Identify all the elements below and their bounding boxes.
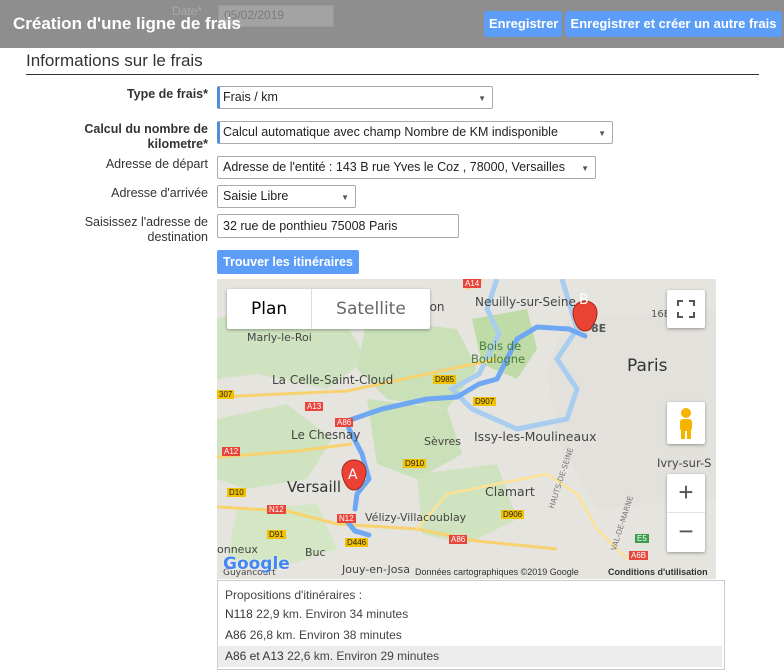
find-routes-button[interactable]: Trouver les itinéraires xyxy=(217,250,359,274)
pegman-icon xyxy=(680,408,692,439)
section-title: Informations sur le frais xyxy=(26,51,203,70)
map-label-paris: Paris xyxy=(627,356,668,376)
route-road: A86 xyxy=(225,628,247,642)
road-a6b: A6B xyxy=(629,551,649,560)
type-label: Type de frais* xyxy=(126,87,208,101)
calcul-label: Calcul du nombre de kilometre* xyxy=(40,122,208,152)
road-n12a: N12 xyxy=(267,505,286,514)
road-d985: D985 xyxy=(433,375,457,384)
type-select[interactable]: Frais / km ▼ xyxy=(217,86,493,109)
chevron-down-icon: ▼ xyxy=(581,164,589,173)
map-attribution: Données cartographiques ©2019 Google xyxy=(415,567,579,577)
marker-b-label: B xyxy=(579,292,589,308)
road-d910: D910 xyxy=(403,459,427,468)
road-d446: D446 xyxy=(345,538,369,547)
route-detail: 22,6 km. Environ 29 minutes xyxy=(287,649,440,663)
map-type-control: Plan Satellite xyxy=(227,289,430,329)
zoom-control: + − xyxy=(667,474,705,552)
road-d91: D91 xyxy=(267,530,286,539)
route-proposals: Propositions d'itinéraires : N118 22,9 k… xyxy=(217,580,725,670)
map-label-jouy: Jouy-en-Josa xyxy=(342,563,410,576)
map-label-bois2: Boulogne xyxy=(471,352,526,366)
calcul-select[interactable]: Calcul automatique avec champ Nombre de … xyxy=(217,121,613,144)
page-title: Création d'une ligne de frais xyxy=(13,14,241,33)
road-307: 307 xyxy=(217,390,235,399)
street-view-button[interactable] xyxy=(667,402,705,444)
road-a13: A13 xyxy=(305,402,324,411)
google-logo: Google xyxy=(223,554,290,574)
map-label-8e: 8E xyxy=(591,322,607,335)
map-label-ivry: Ivry-sur-S xyxy=(657,456,712,470)
destination-label-line1: Saisissez l'adresse de xyxy=(84,215,208,229)
fullscreen-button[interactable] xyxy=(667,290,705,328)
map-label-neuilly: Neuilly-sur-Seine xyxy=(475,295,576,309)
road-d10: D10 xyxy=(227,488,246,497)
map-type-satellite[interactable]: Satellite xyxy=(311,289,430,329)
road-a86b: A86 xyxy=(449,535,468,544)
save-and-new-button[interactable]: Enregistrer et créer un autre frais xyxy=(565,11,782,37)
section-divider xyxy=(26,74,759,75)
arrivee-label: Adresse d'arrivée xyxy=(111,186,208,200)
chevron-down-icon: ▼ xyxy=(341,193,349,202)
map-label-marly: Marly-le-Roi xyxy=(247,331,312,344)
route-road: A86 et A13 xyxy=(225,649,284,663)
road-d906: D906 xyxy=(501,510,525,519)
calcul-label-line2: kilometre* xyxy=(147,137,208,151)
road-a12: A12 xyxy=(222,447,241,456)
fullscreen-icon xyxy=(677,300,695,318)
depart-label: Adresse de départ xyxy=(105,157,208,171)
road-d907: D907 xyxy=(473,397,497,406)
route-map[interactable]: A B Neuilly-sur-Seine Paris Marly-le-Roi… xyxy=(217,279,716,579)
destination-label: Saisissez l'adresse de destination xyxy=(40,215,208,245)
calcul-label-line1: Calcul du nombre de xyxy=(84,122,208,136)
route-road: N118 xyxy=(225,607,253,621)
map-label-buc: Buc xyxy=(305,546,326,559)
depart-select-value: Adresse de l'entité : 143 B rue Yves le … xyxy=(223,160,565,174)
zoom-out-icon[interactable]: − xyxy=(667,513,705,551)
destination-label-line2: destination xyxy=(147,230,208,244)
header-bar: Date* 05/02/2019 Création d'une ligne de… xyxy=(0,0,784,48)
destination-input[interactable]: 32 rue de ponthieu 75008 Paris xyxy=(217,214,459,238)
arrivee-select-value: Saisie Libre xyxy=(223,189,289,203)
map-label-clamart: Clamart xyxy=(485,484,535,499)
map-label-velizy: Vélizy-Villacoublay xyxy=(365,511,467,524)
map-terms-link[interactable]: Conditions d'utilisation xyxy=(608,567,708,577)
list-item[interactable]: N118 22,9 km. Environ 34 minutes xyxy=(218,604,722,625)
zoom-in-icon[interactable]: + xyxy=(667,474,705,513)
road-n12b: N12 xyxy=(337,514,356,523)
save-button[interactable]: Enregistrer xyxy=(484,11,562,37)
calcul-select-value: Calcul automatique avec champ Nombre de … xyxy=(223,125,558,139)
road-a86a: A86 xyxy=(335,418,354,427)
type-select-value: Frais / km xyxy=(223,90,278,104)
list-item[interactable]: A86 26,8 km. Environ 38 minutes xyxy=(218,625,722,646)
map-label-sevres: Sèvres xyxy=(424,435,462,448)
proposals-title: Propositions d'itinéraires : xyxy=(225,588,363,602)
depart-select[interactable]: Adresse de l'entité : 143 B rue Yves le … xyxy=(217,156,596,179)
map-label-issy: Issy-les-Moulineaux xyxy=(474,429,597,444)
route-detail: 22,9 km. Environ 34 minutes xyxy=(256,607,409,621)
chevron-down-icon: ▼ xyxy=(478,94,486,103)
chevron-down-icon: ▼ xyxy=(598,129,606,138)
road-e5: E5 xyxy=(635,534,649,543)
map-label-celle: La Celle-Saint-Cloud xyxy=(272,373,394,387)
list-item[interactable]: A86 et A13 22,6 km. Environ 29 minutes xyxy=(218,646,722,667)
marker-a-label: A xyxy=(348,467,358,483)
map-label-bois1: Bois de xyxy=(479,339,522,353)
road-a14: A14 xyxy=(463,279,482,288)
arrivee-select[interactable]: Saisie Libre ▼ xyxy=(217,185,356,208)
map-label-chesnay: Le Chesnay xyxy=(291,428,361,442)
map-label-versailles: Versaill xyxy=(287,478,342,496)
route-detail: 26,8 km. Environ 38 minutes xyxy=(249,628,402,642)
map-type-plan[interactable]: Plan xyxy=(227,289,311,329)
